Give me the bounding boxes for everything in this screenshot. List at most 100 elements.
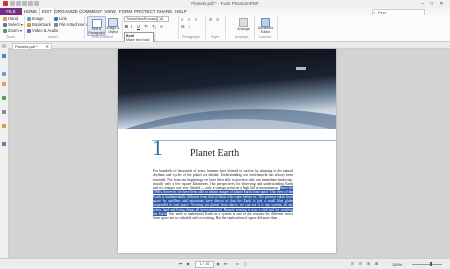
align-right-button[interactable]: ≡ [195,17,197,22]
maximize-button[interactable]: □ [428,1,435,7]
tab-help[interactable]: HELP [174,8,188,15]
tab-comment[interactable]: COMMENT [79,8,102,15]
earth-horizon-graphic [125,67,336,129]
style-button[interactable]: ⊞ [209,17,213,22]
last-page-button[interactable]: ⏭ [223,261,228,266]
divider [84,16,85,39]
select-label: Select [8,22,20,27]
divider [122,16,123,39]
layers-icon[interactable] [2,82,6,86]
italic-button[interactable]: I [131,24,132,29]
tab-protect[interactable]: PROTECT [134,8,156,15]
tools-group-label: Tools [6,35,15,39]
two-page-view-icon[interactable]: ▯ [243,261,248,266]
superscript-button[interactable]: T² [144,24,148,29]
bookmark-button[interactable]: Bookmark [27,22,51,27]
justify-button[interactable]: ☰ [181,24,185,29]
subscript-button[interactable]: T₂ [152,24,156,29]
insert-image-label: Image [32,16,44,21]
zoom-slider[interactable] [412,264,442,265]
insert-image-button[interactable]: Image [27,16,44,21]
zoom-tool[interactable]: Zoom ▾ [3,28,22,33]
fit-page-icon[interactable]: ⊡ [350,261,355,266]
bold-button[interactable]: B [125,24,128,29]
paragraph-group-label: Paragraph [182,35,200,39]
tab-file[interactable]: FILE [0,8,22,15]
zoom-icon [3,28,7,33]
link-label: Link [59,16,67,21]
insert-group-label: Insert [48,35,58,39]
file-attachment-button[interactable]: File Attachment [54,22,88,27]
page-number-input[interactable]: 1 / 10 [195,261,214,268]
text-paragraph-button[interactable]: Text & Paragraph [87,16,106,36]
divider [277,16,278,39]
align-left-button[interactable]: ≡ [181,17,183,22]
document-tabs: ▤ Planets.pdf * ✕ [0,42,450,50]
chapter-rule [152,140,336,141]
advanced-editor-button[interactable]: Advanced Editor [257,16,274,34]
fit-width-icon[interactable]: ⊟ [358,261,363,266]
hand-tool[interactable]: Hand [3,16,18,21]
select-icon [3,22,7,27]
font-size-select[interactable]: 16 [157,16,169,22]
tab-view[interactable]: VIEW [103,8,117,15]
pages-icon[interactable] [2,72,6,76]
hand-icon [3,16,7,21]
bookmark-icon [27,22,31,27]
satellite-icon [296,67,306,70]
attachments-icon[interactable] [2,110,6,114]
edit-content-group-label: Edit Content [92,35,113,39]
style-group-label: Style [211,35,220,39]
arrange-icon [239,18,248,27]
divider [24,16,25,39]
signatures-icon[interactable] [2,124,6,128]
zoom-level[interactable]: 100% [392,262,402,267]
next-page-button[interactable]: ▶ [216,261,221,266]
navigation-panel [0,48,9,258]
zoom-slider-handle[interactable] [430,262,432,266]
tab-home[interactable]: HOME [22,8,39,15]
select-tool[interactable]: Select ▾ [3,22,23,27]
advanced-editor-label: Advanced Editor [257,26,274,34]
close-button[interactable]: ✕ [438,1,445,7]
link-icon [54,16,58,21]
launch-group-label: Launch [259,35,272,39]
tab-organize[interactable]: ORGANIZE [54,8,78,15]
minimize-button[interactable]: – [419,1,426,7]
document-tab-label: Planets.pdf * [15,44,38,49]
divider [205,16,206,39]
ribbon-panel: Hand Select ▾ Zoom ▾ Tools Image Bookmar… [0,15,450,42]
underline-button[interactable]: U [137,24,140,29]
continuous-view-icon[interactable]: ⊞ [366,261,371,266]
video-audio-button[interactable]: Video & Audio [27,28,58,33]
close-tab-icon[interactable]: ✕ [46,44,49,49]
tab-share[interactable]: SHARE [156,8,173,15]
bookmarks-icon[interactable] [2,54,6,58]
chapter-number: 1 [152,135,163,160]
line-spacing-button[interactable]: ↕ [188,24,190,29]
tab-form[interactable]: FORM [118,8,133,15]
video-audio-label: Video & Audio [32,28,59,33]
tags-icon[interactable] [2,142,6,146]
status-bar: ⏮ ◀ 1 / 10 ▶ ⏭ ▭ ▯ ⊡ ⊟ ⊞ ⊠ 100% [0,258,450,269]
first-page-button[interactable]: ⏮ [178,261,183,266]
align-center-button[interactable]: ≡ [188,17,190,22]
image-object-button[interactable]: Image & Object [105,16,121,34]
facing-view-icon[interactable]: ⊠ [374,261,379,266]
divider [225,16,226,39]
video-icon [27,28,31,33]
hand-label: Hand [8,16,19,21]
font-name-select[interactable]: TimesNewRoman [124,16,157,22]
previous-page-button[interactable]: ◀ [185,261,190,266]
arrange-label: Arrange [237,27,250,31]
single-page-view-icon[interactable]: ▭ [235,261,240,266]
style-button-2[interactable]: ⊟ [216,17,220,22]
comments-icon[interactable] [2,96,6,100]
arrange-button[interactable]: Arrange [236,16,251,34]
document-tab[interactable]: Planets.pdf * ✕ [12,43,52,50]
font-color-button[interactable]: A [160,24,163,29]
bookmark-label: Bookmark [32,22,51,27]
link-button[interactable]: Link [54,16,67,21]
body-text[interactable]: For hundreds of thousands of years, huma… [153,169,293,221]
chapter-title: Planet Earth [190,148,240,159]
